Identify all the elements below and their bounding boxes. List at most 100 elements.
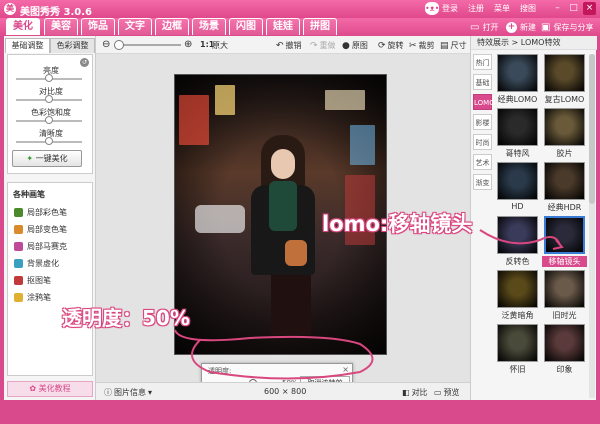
effect-thumb-image [544, 216, 585, 254]
saturation-slider[interactable] [16, 116, 82, 124]
compare-icon: ◧ [402, 388, 410, 397]
brush-local-color[interactable]: 局部彩色笔 [14, 207, 67, 218]
zoom-slider-thumb[interactable] [114, 40, 124, 50]
effect-thumb[interactable]: 移轴镜头 [542, 216, 587, 268]
app-logo-icon: 美 [4, 3, 16, 15]
brush-cutout[interactable]: 抠图笔 [14, 275, 51, 286]
annotation-lomo: lomo:移轴镜头 [322, 212, 473, 236]
undo-button[interactable]: ↶ 撤销 [276, 40, 302, 51]
brush-background-blur[interactable]: 背景虚化 [14, 258, 59, 269]
category-studio[interactable]: 影楼 [473, 114, 492, 130]
effect-categories: 热门 基础 LOMO 影楼 时尚 艺术 渐变 [473, 54, 495, 194]
tab-beauty[interactable]: 美容 [44, 18, 78, 35]
cutout-icon [14, 276, 23, 285]
search-image-link[interactable]: 搜图 [520, 3, 536, 14]
menu-link[interactable]: 菜单 [494, 3, 510, 14]
effect-thumb[interactable]: 反转色 [495, 216, 540, 268]
slider-thumb[interactable] [45, 116, 53, 124]
effects-breadcrumb: 特效展示 > LOMO特效 [471, 36, 597, 50]
resize-button[interactable]: ▤ 尺寸 [440, 40, 467, 51]
one-key-beautify-button[interactable]: ✦ 一键美化 [12, 150, 82, 167]
effect-thumb[interactable]: 印象 [542, 324, 587, 376]
zoom-in-icon[interactable]: ⊕ [184, 39, 192, 50]
minimize-icon[interactable]: – [551, 2, 564, 15]
tab-color-adjust[interactable]: 色彩调整 [50, 38, 95, 53]
category-fashion[interactable]: 时尚 [473, 134, 492, 150]
save-share-button[interactable]: ▣ 保存与分享 [541, 20, 593, 34]
left-panel: 基础调整 色彩调整 ↺ 亮度 对比度 色彩饱和度 清晰度 ✦ 一键美化 各种画笔… [4, 36, 96, 400]
tab-accessories[interactable]: 饰品 [81, 18, 115, 35]
new-button[interactable]: + 新建 [506, 20, 536, 34]
effect-thumb[interactable]: 经典HDR [542, 162, 587, 214]
tab-flash[interactable]: 闪图 [229, 18, 263, 35]
mascot-icon[interactable]: •ᴥ• [425, 2, 439, 15]
effect-thumb[interactable]: 哥特风 [495, 108, 540, 160]
photo-handbag [285, 240, 307, 266]
redo-button[interactable]: ↷ 重做 [310, 40, 336, 51]
crop-button[interactable]: ✂ 裁剪 [409, 40, 435, 51]
effect-thumb-image [497, 270, 538, 308]
close-icon[interactable]: × [342, 365, 349, 374]
main-tab-bar: 美化 美容 饰品 文字 边框 场景 闪图 娃娃 拼图 ▭ 打开 + 新建 ▣ 保… [0, 18, 600, 36]
window-controls: – □ × [551, 2, 596, 15]
blur-icon [14, 259, 23, 268]
open-button[interactable]: ▭ 打开 [470, 20, 498, 34]
beautify-tutorial-button[interactable]: ✿ 美化教程 [7, 381, 93, 397]
original-image-button[interactable]: ● 原图 [342, 40, 368, 51]
close-icon[interactable]: × [583, 2, 596, 15]
compare-button[interactable]: ◧ 对比 [402, 387, 428, 398]
maximize-icon[interactable]: □ [567, 2, 580, 15]
tab-basic-adjust[interactable]: 基础调整 [5, 38, 50, 53]
redo-icon: ↷ [310, 40, 318, 51]
slider-thumb[interactable] [45, 137, 53, 145]
contrast-slider[interactable] [16, 95, 82, 103]
register-link[interactable]: 注册 [468, 3, 484, 14]
original-size-button[interactable]: 原大 [212, 40, 228, 51]
image-info-button[interactable]: ⓘ 图片信息 ▾ [104, 387, 152, 398]
login-link[interactable]: 登录 [442, 3, 458, 14]
slider-thumb[interactable] [45, 95, 53, 103]
category-popular[interactable]: 热门 [473, 54, 492, 70]
photo-scarf [269, 181, 297, 231]
rotate-button[interactable]: ⟳ 旋转 [378, 40, 404, 51]
photo-neon-sign [325, 90, 365, 110]
effect-thumb[interactable]: 怀旧 [495, 324, 540, 376]
effect-thumb-label: 复古LOMO [544, 95, 585, 104]
category-gradient[interactable]: 渐变 [473, 174, 492, 190]
effect-thumb[interactable]: 胶片 [542, 108, 587, 160]
sharpness-slider[interactable] [16, 137, 82, 145]
brush-local-recolor[interactable]: 局部变色笔 [14, 224, 67, 235]
slider-thumb[interactable] [45, 74, 53, 82]
category-art[interactable]: 艺术 [473, 154, 492, 170]
annotation-transparency: 透明度：50% [62, 306, 190, 330]
zoom-out-icon[interactable]: ⊖ [102, 39, 110, 50]
brush-doodle[interactable]: 涂鸦笔 [14, 292, 51, 303]
tab-beautify[interactable]: 美化 [6, 18, 40, 35]
tab-collage[interactable]: 拼图 [303, 18, 337, 35]
tab-text[interactable]: 文字 [118, 18, 152, 35]
preview-button[interactable]: ▭ 预览 [434, 387, 460, 398]
app-title: 美图秀秀 3.0.6 [20, 7, 92, 18]
effect-thumb[interactable]: 经典LOMO [495, 54, 540, 106]
effect-thumb-image [497, 324, 538, 362]
effect-thumb[interactable]: 复古LOMO [542, 54, 587, 106]
tab-doll[interactable]: 娃娃 [266, 18, 300, 35]
effect-thumb-image [497, 108, 538, 146]
effect-thumb-label: 哥特风 [505, 149, 530, 158]
tab-frame[interactable]: 边框 [155, 18, 189, 35]
photo-neon-sign [179, 95, 209, 145]
effects-scrollbar[interactable] [589, 54, 595, 398]
brush-mosaic[interactable]: 局部马赛克 [14, 241, 67, 252]
effect-thumb[interactable]: HD [495, 162, 540, 214]
category-basic[interactable]: 基础 [473, 74, 492, 90]
brushes-box: 各种画笔 局部彩色笔 局部变色笔 局部马赛克 背景虚化 抠图笔 涂鸦笔 [7, 182, 93, 376]
scrollbar-thumb[interactable] [589, 54, 595, 204]
tab-scene[interactable]: 场景 [192, 18, 226, 35]
effect-thumb-image [544, 270, 585, 308]
zoom-slider[interactable] [115, 44, 181, 46]
brightness-slider[interactable] [16, 74, 82, 82]
effect-thumb[interactable]: 旧时光 [542, 270, 587, 322]
effect-thumb[interactable]: 泛黄暗角 [495, 270, 540, 322]
photo-neon-sign [350, 125, 375, 165]
category-lomo[interactable]: LOMO [473, 94, 495, 110]
